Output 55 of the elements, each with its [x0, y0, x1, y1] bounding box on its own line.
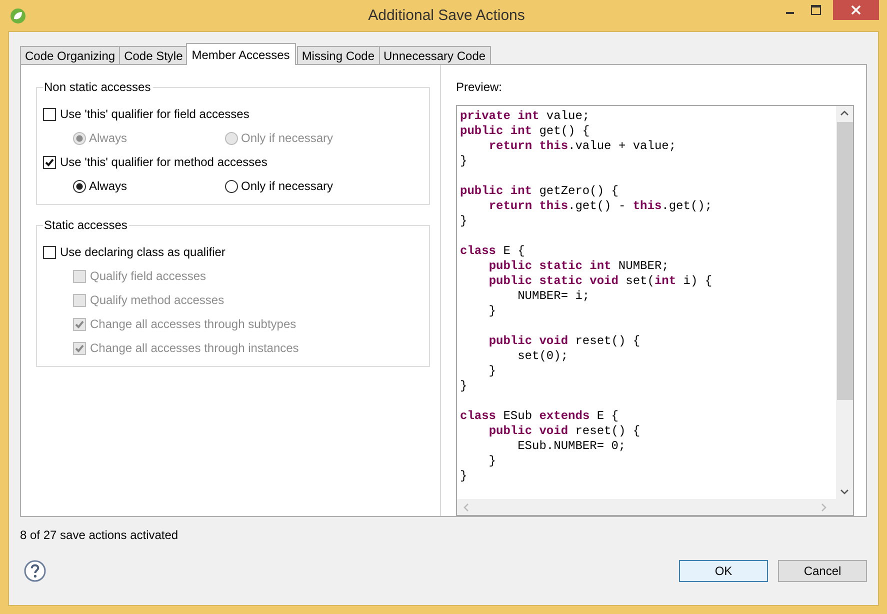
checkbox[interactable] [43, 246, 56, 258]
scroll-down-icon[interactable] [840, 489, 849, 495]
code-line: } [460, 379, 468, 394]
vertical-scrollbar[interactable] [836, 106, 853, 499]
checkbox-label: Use 'this' qualifier for method accesses [60, 155, 268, 169]
dialog-button[interactable]: Cancel [778, 560, 867, 582]
close-button[interactable] [833, 0, 879, 20]
code-line: public static void set(int i) { [488, 274, 712, 289]
code-line: public static int NUMBER; [488, 259, 669, 274]
checkbox-label: Use 'this' qualifier for field accesses [60, 107, 250, 121]
code-line: set(0); [516, 349, 568, 364]
radio-label: Always [89, 131, 128, 145]
scroll-up-icon[interactable] [840, 110, 849, 116]
tab[interactable]: Member Accesses [186, 43, 296, 65]
checkbox-label: Change all accesses through subtypes [90, 317, 296, 331]
dialog-button[interactable]: OK [679, 560, 768, 582]
close-icon [851, 5, 861, 15]
leaf-icon [10, 8, 26, 24]
help-icon[interactable] [24, 560, 46, 582]
code-line: } [460, 469, 468, 484]
code-line: public int getZero() { [460, 184, 618, 199]
code-line: public void reset() { [488, 424, 640, 439]
checkbox[interactable] [43, 108, 56, 120]
code-line: } [460, 214, 468, 229]
radio-label: Always [89, 179, 128, 193]
checkbox-label: Change all accesses through instances [90, 341, 299, 355]
radio-button[interactable] [73, 180, 86, 192]
maximize-icon[interactable] [811, 5, 821, 15]
code-line: public void reset() { [488, 334, 640, 349]
code-line: return this.get() - this.get(); [488, 199, 712, 214]
radio-button[interactable] [225, 180, 238, 192]
radio-label: Only if necessary [241, 131, 334, 145]
tab[interactable]: Code Organizing [20, 46, 120, 65]
tab[interactable]: Missing Code [296, 46, 380, 65]
radio-label: Only if necessary [241, 179, 334, 193]
code-line: class E { [460, 244, 525, 259]
code-line: NUMBER= i; [516, 289, 590, 304]
preview-label: Preview: [456, 80, 504, 95]
code-line: } [488, 364, 496, 379]
code-line: ESub.NUMBER= 0; [516, 439, 626, 454]
code-line: return this.value + value; [488, 139, 676, 154]
checkbox[interactable] [43, 156, 56, 168]
window-title: Additional Save Actions [367, 7, 526, 24]
tab[interactable]: Code Style [119, 46, 188, 65]
code-line: } [488, 304, 496, 319]
code-line: } [488, 454, 496, 469]
code-line: } [460, 154, 468, 169]
tab[interactable]: Unnecessary Code [378, 46, 491, 65]
code-line: class ESub extends E { [460, 409, 618, 424]
status-text: 8 of 27 save actions activated [20, 528, 180, 543]
checkbox-label: Qualify field accesses [90, 269, 206, 283]
checkbox-label: Use declaring class as qualifier [60, 245, 226, 259]
code-line: public int get() { [460, 124, 590, 139]
code-line: private int value; [460, 109, 590, 124]
checkbox-label: Qualify method accesses [90, 293, 224, 307]
